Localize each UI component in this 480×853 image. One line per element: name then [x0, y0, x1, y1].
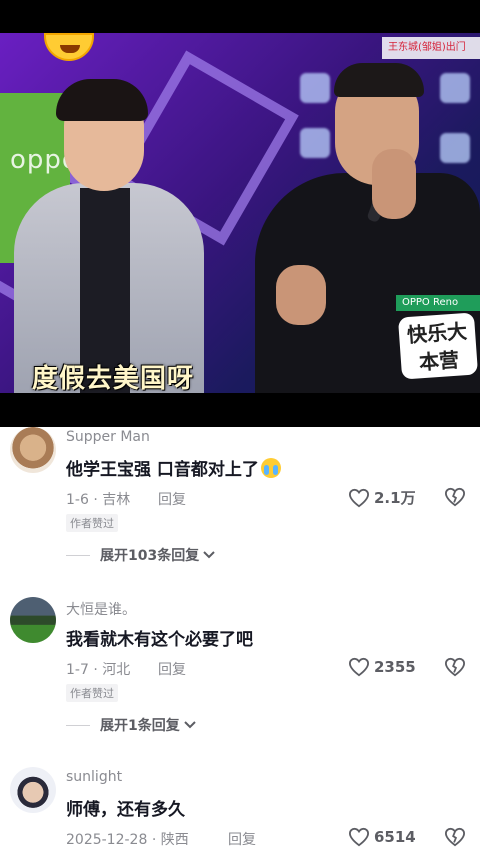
expand-replies-button[interactable]: 展开1条回复 — [66, 715, 196, 735]
video-top-banner: 王东城(邹姐)出门 — [382, 37, 480, 59]
reply-button[interactable]: 回复 — [158, 489, 186, 509]
comment-username[interactable]: 大恒是谁。 — [66, 599, 136, 619]
left-person-hair — [56, 79, 148, 121]
expand-replies-button[interactable]: 展开103条回复 — [66, 545, 215, 565]
like-button[interactable]: 2.1万 — [348, 487, 416, 508]
sponsor-tag: OPPO Reno — [396, 295, 480, 311]
comment-text: 师傅，还有多久 — [66, 800, 185, 820]
chevron-down-icon — [203, 551, 215, 559]
expand-replies-label: 展开103条回复 — [100, 548, 200, 564]
comment-meta: 2025-12-28 · 陕西 — [66, 829, 189, 849]
stage-light — [440, 133, 470, 163]
like-button[interactable]: 2355 — [348, 657, 416, 677]
heart-outline-icon — [348, 488, 370, 507]
comment-date: 2025-12-28 — [66, 832, 148, 848]
heart-outline-icon — [348, 657, 370, 677]
video-bottom-bar — [0, 393, 480, 427]
comment-username[interactable]: sunlight — [66, 769, 122, 785]
comment-date: 1-6 — [66, 492, 89, 508]
meta-separator: · — [147, 832, 161, 848]
video-player[interactable]: oppo 王东城(邹姐)出门 OPPO Reno 快乐大本营 度假去美国呀 — [0, 33, 480, 393]
stage-light — [300, 73, 330, 103]
avatar[interactable] — [10, 767, 56, 813]
meta-separator: · — [88, 492, 103, 508]
stage-light — [440, 73, 470, 103]
stage-light — [300, 128, 330, 158]
comment-date: 1-7 — [66, 662, 89, 678]
like-count: 2.1万 — [374, 489, 416, 507]
meta-separator: · — [88, 662, 103, 678]
chevron-down-icon — [184, 721, 196, 729]
expand-divider — [66, 554, 90, 556]
broken-heart-icon[interactable] — [444, 827, 466, 847]
author-liked-badge: 作者赞过 — [66, 514, 118, 532]
reply-button[interactable]: 回复 — [228, 829, 256, 849]
expand-divider — [66, 724, 90, 726]
avatar[interactable] — [10, 597, 56, 643]
right-person-hand — [372, 149, 416, 219]
broken-heart-icon[interactable] — [444, 657, 466, 677]
like-count: 2355 — [374, 658, 416, 676]
right-person-hair — [334, 63, 424, 97]
comment-meta: 1-6 · 吉林 — [66, 489, 130, 509]
crying-laughing-emoji-icon — [260, 458, 281, 478]
comment-username[interactable]: Supper Man — [66, 429, 150, 445]
comment-meta: 1-7 · 河北 — [66, 659, 130, 679]
like-button[interactable]: 6514 — [348, 827, 416, 847]
comment-text: 我看就木有这个必要了吧 — [66, 630, 253, 650]
expand-replies-label: 展开1条回复 — [100, 718, 180, 734]
laughing-emoji-icon — [44, 33, 94, 61]
broken-heart-icon[interactable] — [444, 487, 466, 507]
comment-location: 河北 — [102, 662, 131, 678]
video-top-bar — [0, 0, 480, 33]
right-person-hand — [276, 265, 326, 325]
like-count: 6514 — [374, 828, 416, 846]
comment-text: 他学王宝强 口音都对上了 — [66, 455, 281, 480]
avatar[interactable] — [10, 427, 56, 473]
heart-outline-icon — [348, 827, 370, 847]
show-logo: 快乐大本营 — [397, 312, 479, 380]
reply-button[interactable]: 回复 — [158, 659, 186, 679]
comment-location: 陕西 — [160, 832, 189, 848]
comment-text-content: 他学王宝强 口音都对上了 — [66, 460, 259, 480]
video-subtitle: 度假去美国呀 — [32, 364, 195, 393]
comment-location: 吉林 — [102, 492, 131, 508]
author-liked-badge: 作者赞过 — [66, 684, 118, 702]
